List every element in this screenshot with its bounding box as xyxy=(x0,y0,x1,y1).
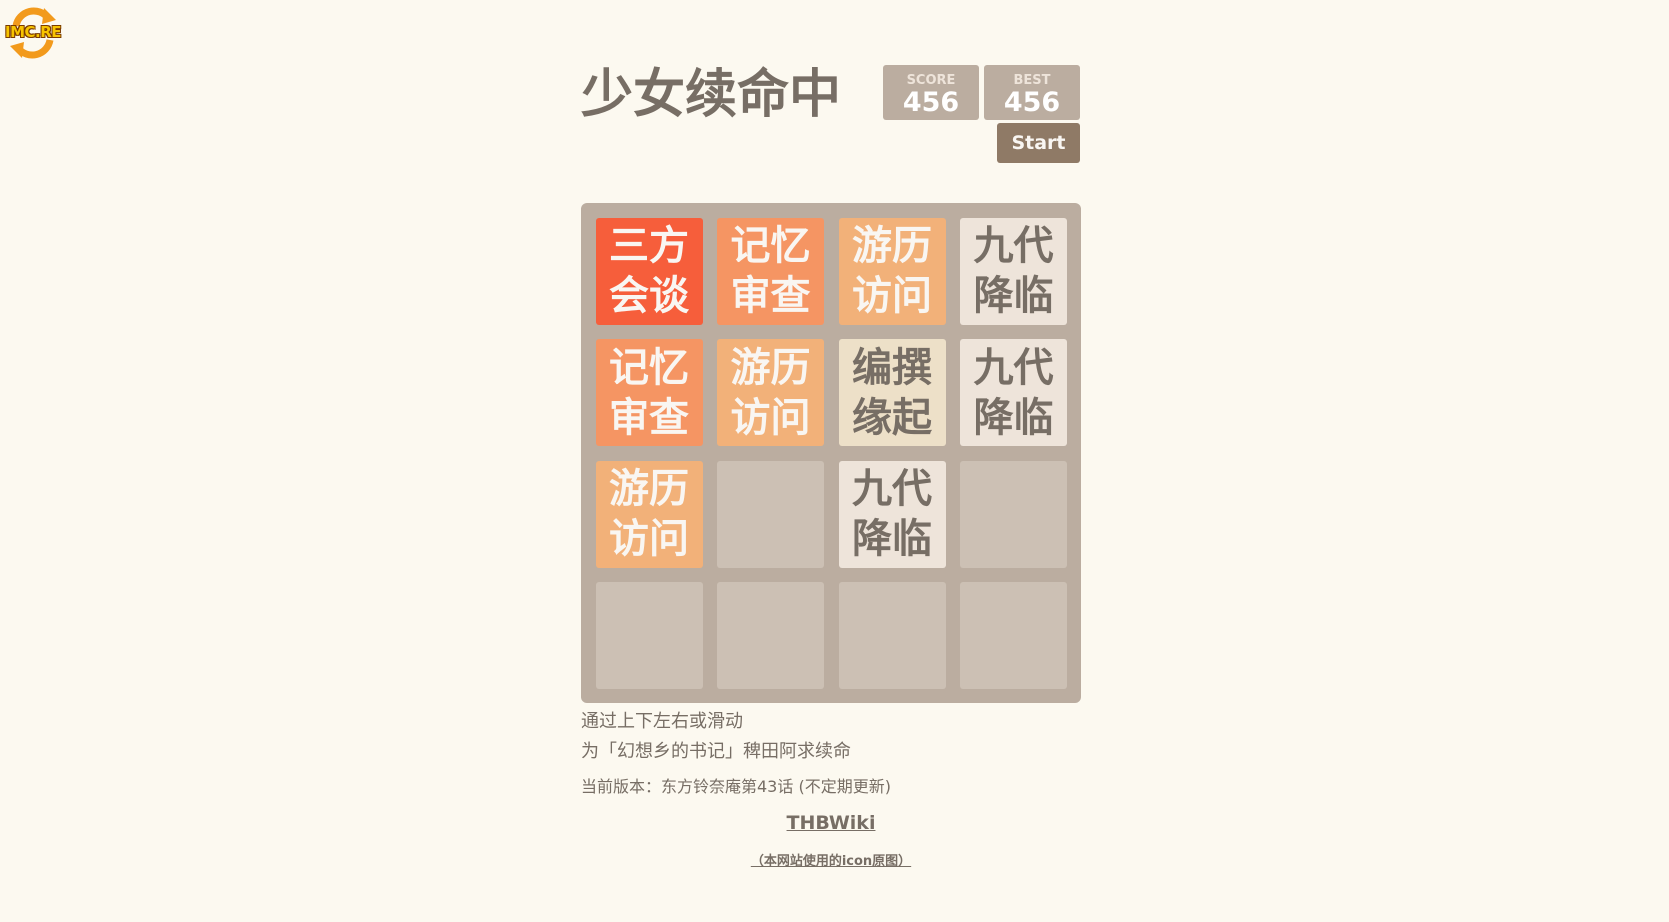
tile: 游历访问 xyxy=(838,217,946,325)
best-score-box: BEST 456 xyxy=(984,65,1080,120)
tile: 三方会谈 xyxy=(595,217,703,325)
start-button[interactable]: Start xyxy=(997,123,1080,163)
score-label: SCORE xyxy=(906,73,956,88)
empty-cell xyxy=(717,460,824,568)
tile: 记忆审查 xyxy=(717,217,824,325)
empty-cell xyxy=(717,582,824,689)
page-title: 少女续命中 xyxy=(581,65,842,125)
tile-label: 九代降临 xyxy=(973,344,1054,441)
instructions-line-1: 通过上下左右或滑动 xyxy=(581,711,743,732)
tile-label: 三方会谈 xyxy=(609,223,689,319)
site-logo[interactable]: IMC.RE xyxy=(2,2,64,64)
tile: 九代降临 xyxy=(838,460,946,568)
score-value: 456 xyxy=(902,87,960,118)
instructions: 通过上下左右或滑动 为「幻想乡的书记」稗田阿求续命 xyxy=(581,707,1081,767)
best-value: 456 xyxy=(1003,87,1061,118)
tile-label: 九代降临 xyxy=(852,466,932,562)
tile-label: 编撰缘起 xyxy=(852,344,932,441)
tile: 九代降临 xyxy=(960,339,1067,446)
thbwiki-link[interactable]: THBWiki xyxy=(581,812,1081,834)
tile: 编撰缘起 xyxy=(838,339,946,446)
instructions-line-2: 为「幻想乡的书记」稗田阿求续命 xyxy=(581,741,851,762)
tile: 游历访问 xyxy=(717,339,824,446)
logo-text: IMC.RE xyxy=(4,23,62,41)
icon-source-link[interactable]: （本网站使用的icon原图） xyxy=(581,850,1081,869)
tile-label: 游历访问 xyxy=(730,344,811,441)
tile-label: 记忆审查 xyxy=(609,344,689,441)
best-label: BEST xyxy=(1013,73,1051,88)
empty-cell xyxy=(960,582,1067,689)
empty-cell xyxy=(838,582,946,689)
score-box: SCORE 456 xyxy=(883,65,979,120)
tile-label: 记忆审查 xyxy=(730,223,811,319)
tile: 记忆审查 xyxy=(595,339,703,446)
game-board[interactable]: 三方会谈 记忆审查 游历访问 九代降临 记忆审查 游历访问 编撰缘起 九代降临 游历访问 九代降临 xyxy=(581,203,1081,703)
tile-label: 九代降临 xyxy=(973,223,1054,319)
tile-label: 游历访问 xyxy=(852,223,932,319)
tile-label: 游历访问 xyxy=(609,466,689,562)
empty-cell xyxy=(595,582,703,689)
tile: 九代降临 xyxy=(960,217,1067,325)
version-text: 当前版本：东方铃奈庵第43话 (不定期更新) xyxy=(581,777,891,796)
tile: 游历访问 xyxy=(595,460,703,568)
empty-cell xyxy=(960,460,1067,568)
